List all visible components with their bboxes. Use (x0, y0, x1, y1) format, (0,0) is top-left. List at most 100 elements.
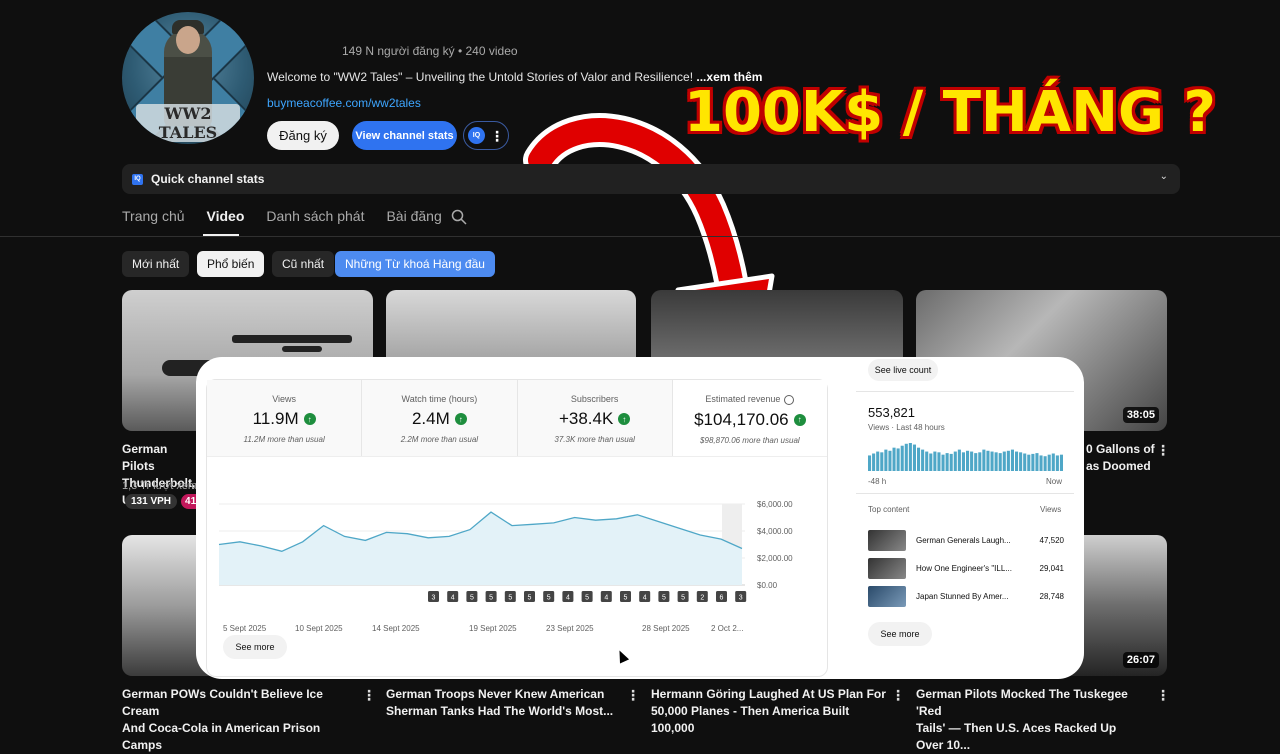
live-bar (961, 452, 965, 471)
upload-marker-label: 4 (643, 595, 647, 602)
video-title[interactable]: German POWs Couldn't Believe Ice Cream A… (122, 686, 352, 754)
top-content-item[interactable]: Japan Stunned By Amer... 28,748 (868, 585, 1064, 607)
video-title[interactable]: Hermann Göring Laughed At US Plan For 50… (651, 686, 891, 737)
upload-marker: 5 (658, 591, 670, 602)
live-bar (986, 450, 990, 471)
live-bar (978, 452, 982, 471)
tab-playlists[interactable]: Danh sách phát (266, 208, 364, 224)
upload-marker-label: 5 (547, 595, 551, 602)
content-thumbnail (868, 585, 906, 607)
upload-marker: 4 (562, 591, 574, 602)
chevron-down-icon[interactable]: ⌄ (1160, 171, 1168, 182)
views-header: Views (1040, 505, 1062, 514)
live-bar (1051, 453, 1055, 471)
video-menu-icon[interactable]: ⋮ (362, 687, 376, 704)
stat-estimated-revenue[interactable]: Estimated revenue $104,170.06 ↑ $98,870.0… (672, 380, 827, 456)
live-bar (917, 447, 921, 471)
see-more-button[interactable]: See more (868, 622, 932, 646)
stat-views[interactable]: Views 11.9M ↑ 11.2M more than usual (207, 380, 363, 456)
live-bar (888, 450, 892, 471)
tab-home[interactable]: Trang chủ (122, 208, 185, 224)
live-bar (1010, 449, 1014, 471)
revenue-chart[interactable]: $6,000.00 $4,000.00 $2,000.00 $0.00 3 4 5 5 5 5 5 4… (217, 490, 817, 615)
video-duration: 26:07 (1122, 652, 1159, 668)
top-content-item[interactable]: How One Engineer's "ILL... 29,041 (868, 557, 1064, 579)
subscribe-button[interactable]: Đăng ký (267, 121, 339, 150)
live-bar (1039, 455, 1043, 471)
tab-videos[interactable]: Video (207, 208, 245, 224)
live-bar (908, 443, 912, 471)
live-bar (1019, 452, 1023, 471)
video-menu-icon[interactable]: ⋮ (1156, 442, 1170, 459)
chip-newest[interactable]: Mới nhất (122, 251, 190, 277)
live-bar (880, 452, 884, 471)
live-bar (953, 451, 957, 471)
vph-badge: 131 VPH (125, 494, 178, 509)
live-bar (904, 443, 908, 471)
y-tick-label: $0.00 (757, 581, 778, 590)
stat-watch-time[interactable]: Watch time (hours) 2.4M ↑ 2.2M more than … (362, 380, 518, 456)
live-bar (896, 448, 900, 471)
upload-marker-label: 5 (681, 595, 685, 602)
upload-marker: 5 (466, 591, 478, 602)
see-live-count-button[interactable]: See live count (868, 359, 938, 381)
upload-marker-label: 4 (451, 595, 455, 602)
channel-avatar[interactable]: WW2 TALES (122, 12, 254, 144)
live-bar (1023, 453, 1027, 471)
live-bar (921, 449, 925, 471)
iq-small-icon: IQ (132, 173, 143, 185)
video-menu-icon[interactable]: ⋮ (891, 687, 905, 704)
channel-analytics-panel: Views 11.9M ↑ 11.2M more than usual Watch… (206, 379, 828, 677)
external-link[interactable]: buymeacoffee.com/ww2tales (267, 96, 421, 110)
view-channel-stats-button[interactable]: View channel stats (352, 121, 457, 150)
top-content-item[interactable]: German Generals Laugh... 47,520 (868, 529, 1064, 551)
search-icon[interactable] (451, 209, 467, 225)
x-axis-label: 2 Oct 2... (711, 624, 744, 633)
upload-marker-label: 4 (566, 595, 570, 602)
chip-popular[interactable]: Phổ biến (197, 251, 265, 277)
see-more-button[interactable]: See more (223, 635, 287, 659)
upload-marker: 4 (447, 591, 459, 602)
upload-marker-label: 5 (624, 595, 628, 602)
live-views-bar-chart[interactable] (868, 443, 1064, 471)
upload-marker: 3 (735, 591, 747, 602)
upload-marker-label: 5 (528, 595, 532, 602)
upload-marker-label: 2 (700, 595, 704, 602)
chip-top-keywords[interactable]: Những Từ khoá Hàng đầu (335, 251, 495, 277)
analytics-overlay-card: Views 11.9M ↑ 11.2M more than usual Watch… (196, 357, 1084, 679)
channel-tabs: Trang chủ Video Danh sách phát Bài đăng (122, 208, 442, 224)
live-bar (912, 444, 916, 471)
video-title[interactable]: 0 Gallons of as Doomed (1086, 441, 1156, 475)
video-menu-icon[interactable]: ⋮ (626, 687, 640, 704)
upload-marker: 4 (639, 591, 651, 602)
video-title[interactable]: German Pilots Mocked The Tuskegee 'Red T… (916, 686, 1146, 754)
x-axis-label: 23 Sept 2025 (546, 624, 594, 633)
video-menu-icon[interactable]: ⋮ (1156, 687, 1170, 704)
trend-up-icon: ↑ (303, 413, 316, 425)
video-title[interactable]: German Troops Never Knew American Sherma… (386, 686, 616, 720)
upload-marker: 3 (428, 591, 439, 602)
live-bar (1047, 454, 1051, 471)
upload-marker-label: 4 (604, 595, 608, 602)
upload-marker: 5 (581, 591, 593, 602)
live-bar (1015, 451, 1019, 471)
quick-channel-stats-bar[interactable]: IQ Quick channel stats ⌄ (122, 164, 1180, 194)
upload-marker: 5 (543, 591, 555, 602)
tab-posts[interactable]: Bài đăng (386, 208, 441, 224)
iq-icon: IQ (468, 127, 485, 144)
live-bar (941, 454, 945, 471)
quick-stats-label: Quick channel stats (151, 172, 265, 186)
live-bar (1002, 451, 1006, 471)
chip-oldest[interactable]: Cũ nhất (272, 251, 335, 277)
live-bar (1006, 450, 1010, 471)
upload-marker: 2 (696, 591, 708, 602)
video-badges: 131 VPH 41x (125, 494, 206, 509)
clock-icon (784, 394, 795, 405)
live-bar (990, 451, 994, 471)
realtime-panel: See live count 553,821 Views · Last 48 h… (856, 357, 1074, 657)
video-meta: 1,3 Tr lượt xem • (122, 480, 205, 492)
tabs-divider (0, 236, 1280, 237)
stat-subscribers[interactable]: Subscribers +38.4K ↑ 37.3K more than usua… (517, 380, 673, 456)
upload-marker: 6 (716, 591, 727, 602)
x-axis-label: 14 Sept 2025 (372, 624, 420, 633)
